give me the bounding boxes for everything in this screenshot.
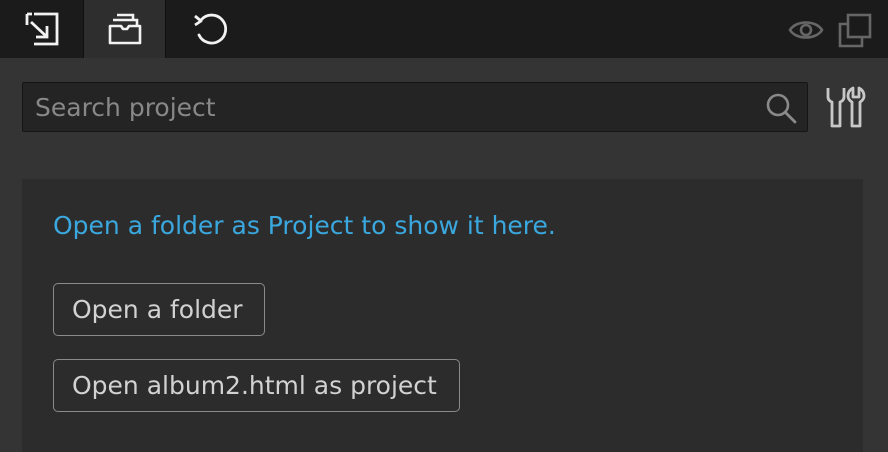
empty-project-box: Open a folder as Project to show it here… <box>22 179 863 452</box>
import-icon <box>25 12 58 46</box>
import-tab[interactable] <box>0 0 83 58</box>
undo-icon <box>194 13 228 45</box>
search-icon[interactable] <box>765 92 797 128</box>
search-input[interactable] <box>23 83 753 131</box>
empty-project-message: Open a folder as Project to show it here… <box>53 211 556 240</box>
history-tab[interactable] <box>166 0 254 58</box>
eye-icon[interactable] <box>788 12 824 52</box>
project-panel: Open a folder as Project to show it here… <box>0 0 888 452</box>
search-row <box>0 58 888 164</box>
toolbar <box>0 0 888 58</box>
search-box <box>22 82 808 132</box>
open-file-as-project-button[interactable]: Open album2.html as project <box>53 359 460 412</box>
folder-tray-icon <box>108 13 141 45</box>
tools-icon[interactable] <box>824 86 868 134</box>
open-folder-button[interactable]: Open a folder <box>53 283 265 336</box>
project-files-tab[interactable] <box>83 0 166 58</box>
windows-icon[interactable] <box>836 12 874 54</box>
